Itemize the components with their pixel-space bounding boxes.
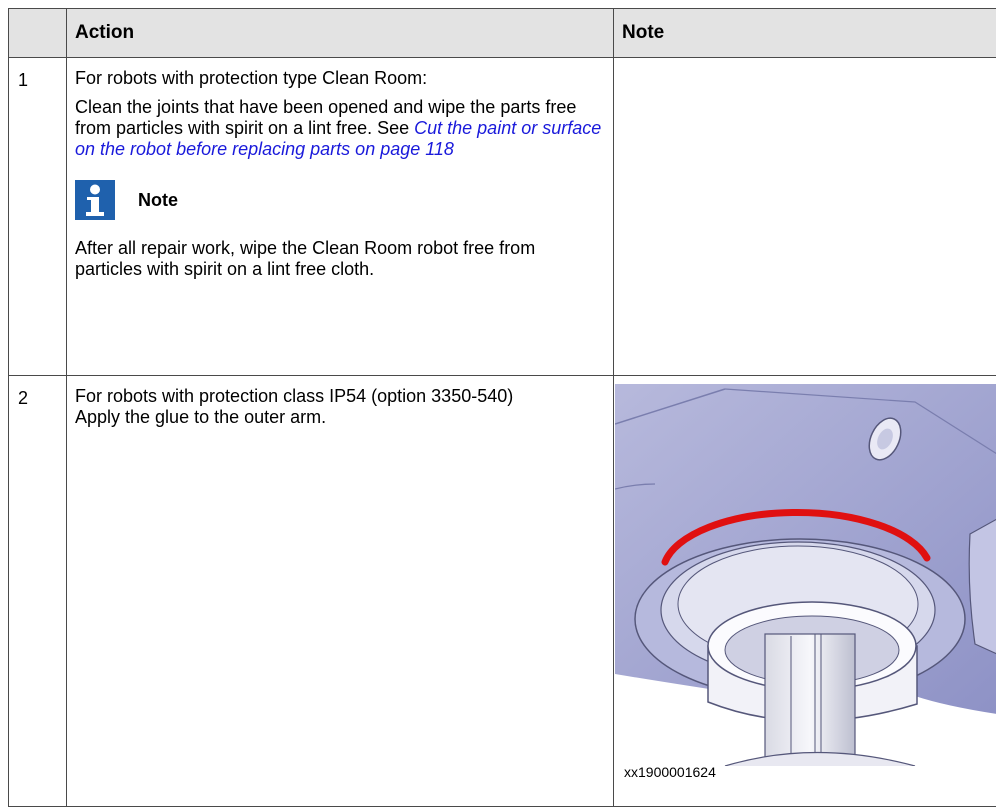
glue-application-figure [615, 384, 996, 766]
note-label: Note [138, 189, 178, 210]
table-row: 2 For robots with protection class IP54 … [8, 375, 996, 807]
action-text: Clean the joints that have been opened a… [75, 97, 607, 160]
note-cell [613, 57, 996, 376]
table-header-row: Action Note [8, 8, 996, 58]
note-callout: Note [75, 180, 607, 220]
figure-cell: xx1900001624 [613, 375, 996, 807]
step-number: 2 [8, 375, 67, 807]
table-row: 1 For robots with protection type Clean … [8, 57, 996, 376]
action-text: Apply the glue to the outer arm. [75, 407, 327, 427]
procedure-table: Action Note 1 For robots with protection… [8, 8, 996, 807]
header-number [8, 8, 67, 58]
step-number: 1 [8, 57, 67, 376]
note-text: After all repair work, wipe the Clean Ro… [75, 238, 536, 279]
action-intro: For robots with protection class IP54 (o… [75, 386, 514, 406]
header-action: Action [66, 8, 614, 58]
action-intro: For robots with protection type Clean Ro… [75, 68, 428, 88]
info-icon [75, 180, 115, 220]
action-cell: For robots with protection type Clean Ro… [66, 57, 614, 376]
header-note: Note [613, 8, 996, 58]
action-cell: For robots with protection class IP54 (o… [66, 375, 614, 807]
figure-caption: xx1900001624 [624, 764, 716, 780]
